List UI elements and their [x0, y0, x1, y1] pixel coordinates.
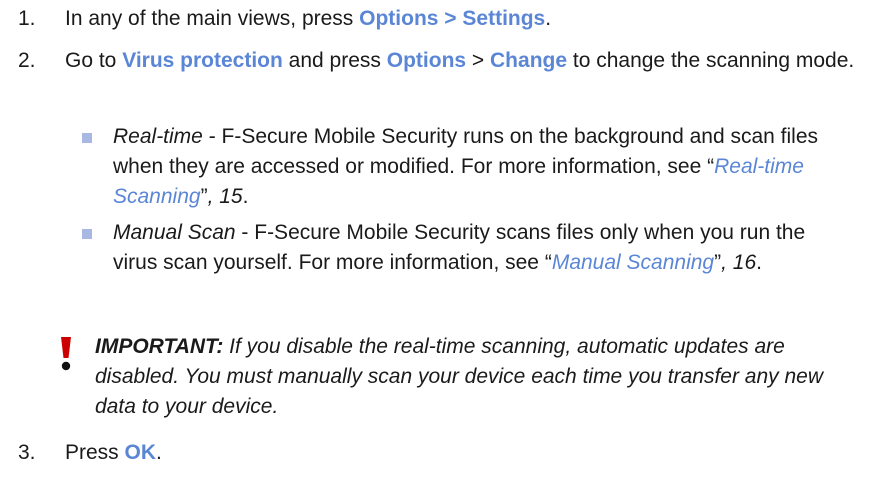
ui-term-ok: OK: [124, 441, 157, 464]
step-text-before: In any of the main views, press: [65, 7, 360, 30]
step-number: 2.: [18, 49, 36, 72]
ui-term-virus-protection: Virus protection: [122, 49, 283, 72]
link-manual-scanning[interactable]: Manual Scanning: [552, 251, 714, 274]
bullet-description: - F-Secure Mobile Security runs on the b…: [113, 125, 819, 178]
bullet-text: Manual Scan - F-Secure Mobile Security s…: [113, 218, 853, 278]
step-text-after: .: [156, 441, 162, 464]
step-number: 3.: [18, 441, 36, 464]
step-number: 1.: [18, 7, 36, 30]
ui-term-options-settings: Options > Settings: [359, 7, 546, 30]
note-text: IMPORTANT: If you disable the real-time …: [95, 332, 860, 422]
page-reference: , 15: [207, 185, 243, 208]
bullet-square-icon: [82, 229, 92, 239]
note-label: IMPORTANT:: [95, 335, 224, 358]
ui-term-options: Options: [386, 49, 467, 72]
step-text-part: Go to: [65, 49, 123, 72]
bullet-end: .: [242, 185, 249, 208]
step-text: Press OK.: [65, 438, 860, 468]
step-text-after: .: [545, 7, 552, 30]
bullet-term: Manual Scan: [113, 221, 236, 244]
bullet-square-icon: [82, 133, 92, 143]
bullet-end: .: [756, 251, 762, 274]
ui-term-change: Change: [490, 49, 568, 72]
bullet-text: Real-time - F-Secure Mobile Security run…: [113, 122, 853, 212]
quote-close: ”: [200, 185, 208, 208]
exclamation-icon: [61, 337, 71, 371]
step-text-part: to change the scanning mode.: [567, 49, 855, 72]
step-text-part: >: [466, 49, 491, 72]
step-text: Go to Virus protection and press Options…: [65, 46, 860, 76]
bullet-term: Real-time: [113, 125, 203, 148]
page-reference: , 16: [721, 251, 757, 274]
step-text-part: and press: [282, 49, 387, 72]
step-text-before: Press: [65, 441, 125, 464]
document-page: 1. In any of the main views, press Optio…: [0, 0, 874, 480]
step-text: In any of the main views, press Options …: [65, 4, 860, 34]
